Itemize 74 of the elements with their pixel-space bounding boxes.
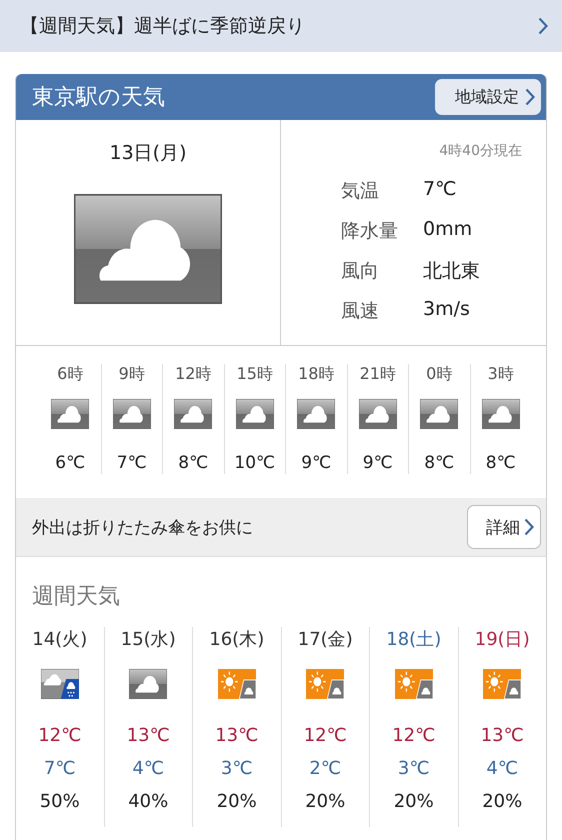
hour-label: 18時 <box>298 364 334 385</box>
cloud-icon <box>74 194 222 304</box>
chevron-right-icon <box>525 88 535 106</box>
low-temperature: 4℃ <box>486 758 518 779</box>
high-temperature: 13℃ <box>480 725 524 746</box>
precipitation-chance: 20% <box>394 791 434 812</box>
day-label: 14(火) <box>32 628 88 651</box>
cloud-icon <box>174 399 212 429</box>
precipitation-chance: 40% <box>128 791 168 812</box>
hour-temperature: 9℃ <box>301 453 332 473</box>
hour-label: 12時 <box>175 364 212 385</box>
low-temperature: 4℃ <box>132 758 164 779</box>
hour-label: 6時 <box>57 364 84 385</box>
day-label: 17(金) <box>298 628 353 651</box>
day-label: 18(土) <box>386 628 442 651</box>
hour-label: 9時 <box>118 364 145 385</box>
observation-time: 4時40分現在 <box>439 142 522 160</box>
low-temperature: 3℃ <box>398 758 430 779</box>
sun-then-cloud-icon <box>483 669 522 699</box>
detail-label: 降水量 <box>341 219 399 244</box>
region-settings-button[interactable]: 地域設定 <box>435 79 541 115</box>
low-temperature: 3℃ <box>220 758 253 779</box>
hour-label: 0時 <box>426 364 452 385</box>
precipitation-chance: 20% <box>482 791 522 812</box>
cloud-icon <box>482 399 520 429</box>
low-temperature: 7℃ <box>44 758 76 779</box>
hour-temperature: 8℃ <box>486 453 516 473</box>
hour-label: 21時 <box>360 364 396 385</box>
hour-label: 15時 <box>236 364 273 385</box>
hour-temperature: 7℃ <box>116 453 147 473</box>
detail-value: 0mm <box>423 218 474 242</box>
hour-temperature: 8℃ <box>178 453 208 473</box>
chevron-right-icon <box>538 17 548 35</box>
cloud-icon <box>358 399 397 429</box>
day-label: 15(水) <box>120 628 176 651</box>
high-temperature: 12℃ <box>392 725 436 746</box>
precipitation-chance: 20% <box>216 791 257 812</box>
current-date: 13日(月) <box>109 141 186 166</box>
high-temperature: 13℃ <box>126 725 170 746</box>
sun-then-cloud-icon <box>394 669 433 699</box>
low-temperature: 2℃ <box>309 758 342 779</box>
hour-temperature: 8℃ <box>424 453 454 473</box>
cloud-icon <box>297 399 336 429</box>
chevron-right-icon <box>524 518 534 536</box>
detail-value: 7℃ <box>423 178 458 202</box>
hour-temperature: 6℃ <box>55 453 86 473</box>
cloud-icon <box>129 669 168 699</box>
advice-text: 外出は折りたたみ傘をお供に <box>32 516 253 538</box>
precipitation-chance: 20% <box>305 791 346 812</box>
sun-then-cloud-icon <box>218 669 256 699</box>
high-temperature: 12℃ <box>38 725 82 746</box>
cloud-icon <box>112 399 151 429</box>
day-label: 19(日) <box>474 628 530 651</box>
sun-then-cloud-icon <box>306 669 344 699</box>
high-temperature: 12℃ <box>304 725 347 746</box>
card-title: 東京駅の天気 <box>32 84 165 112</box>
cloud-icon <box>420 399 458 429</box>
hour-temperature: 10℃ <box>234 453 276 473</box>
cloud-icon <box>51 399 90 429</box>
day-label: 16(木) <box>209 628 264 651</box>
detail-value: 3m/s <box>423 298 471 322</box>
detail-label: 気温 <box>341 179 380 204</box>
cloud-icon <box>236 399 274 429</box>
high-temperature: 13℃ <box>215 725 258 746</box>
detail-value: 北北東 <box>423 259 481 284</box>
detail-label: 風向 <box>341 259 380 284</box>
hour-label: 3時 <box>488 364 514 385</box>
detail-label: 風速 <box>341 299 380 324</box>
precipitation-chance: 50% <box>40 791 80 812</box>
section-title: 週間天気 <box>31 583 121 611</box>
headline-link[interactable]: 【週間天気】週半ばに季節逆戻り <box>0 0 562 52</box>
hour-temperature: 9℃ <box>362 453 393 473</box>
cloud-then-rain-icon <box>40 669 79 699</box>
details-button[interactable]: 詳細 <box>467 505 541 549</box>
